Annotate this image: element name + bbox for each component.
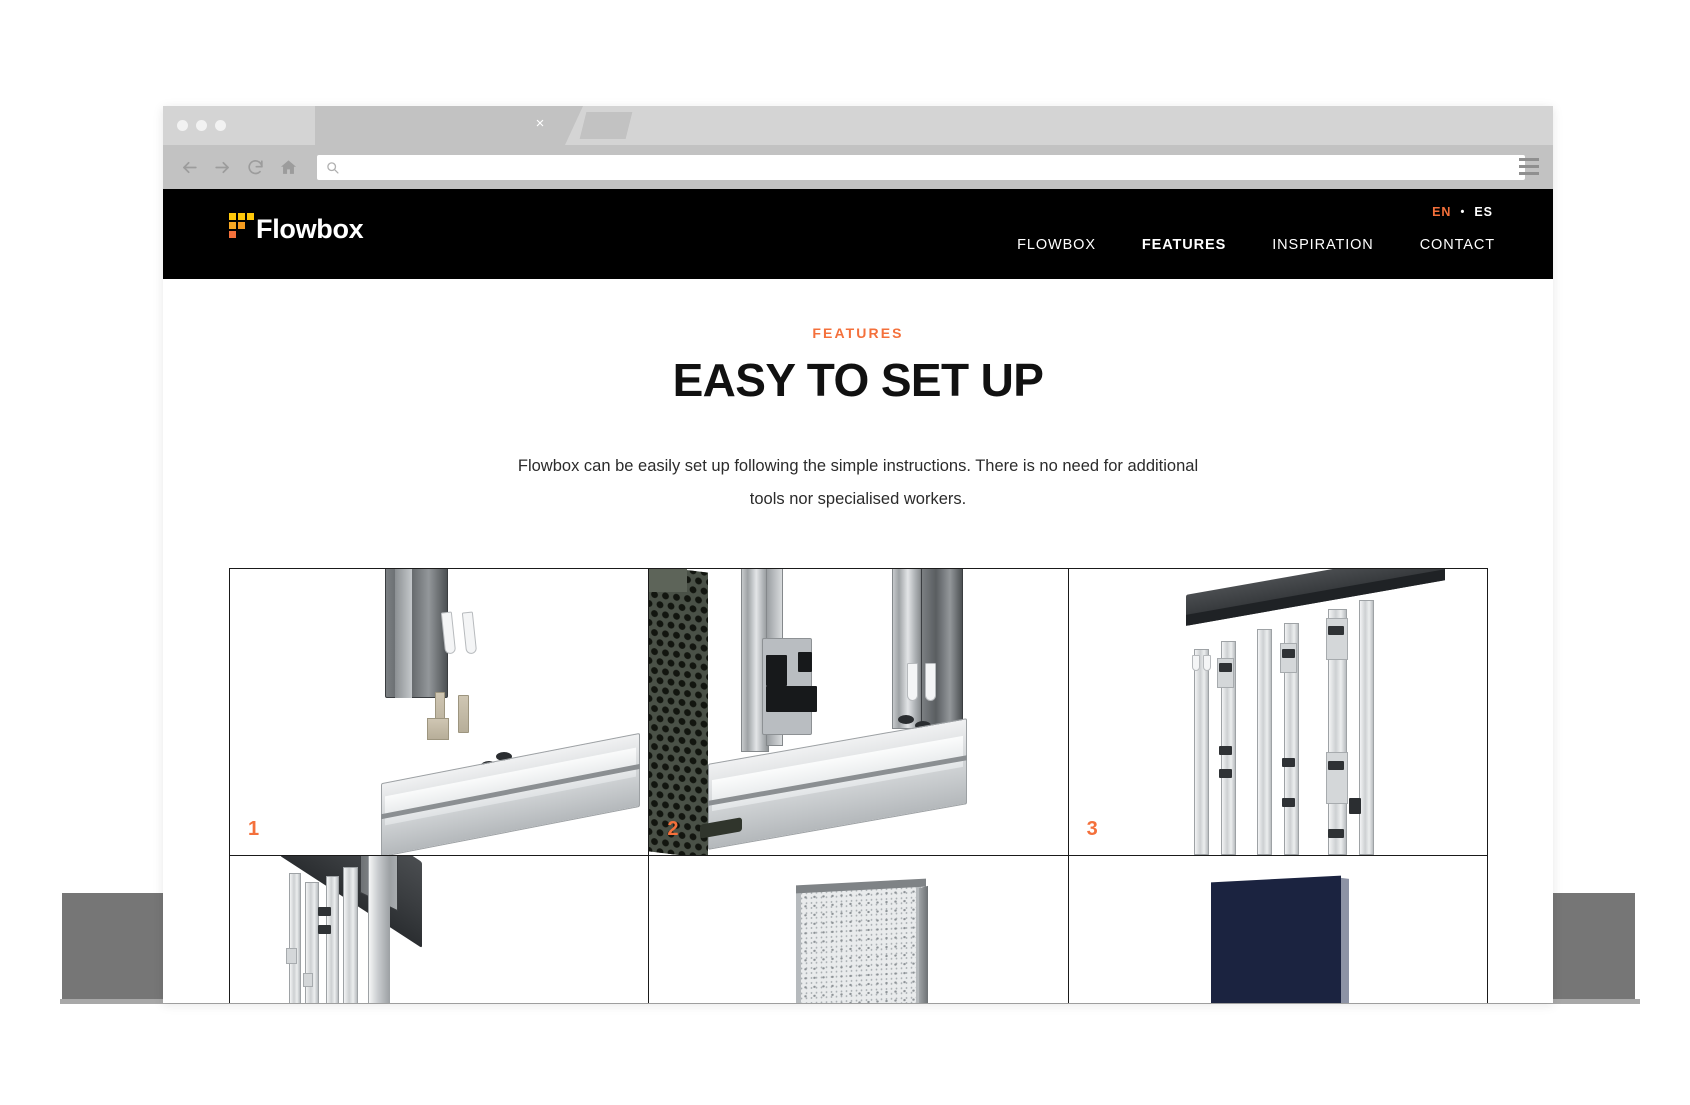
back-icon[interactable]	[173, 151, 206, 184]
language-switcher[interactable]: EN • ES	[1432, 205, 1493, 219]
language-option-es[interactable]: ES	[1474, 205, 1493, 219]
nav-item-flowbox[interactable]: FLOWBOX	[1017, 237, 1096, 253]
step-image-3	[1069, 569, 1487, 855]
step-image-6: #FLYFREE	[1069, 856, 1487, 1003]
new-tab-button[interactable]	[579, 112, 633, 139]
search-icon	[326, 161, 339, 174]
step-number-2: 2	[667, 818, 679, 840]
screenshot-stage: × Flowbox EN • ES FLOWBOX FEATURES INSPI…	[0, 0, 1690, 1105]
browser-toolbar	[163, 145, 1553, 189]
gallery-cell-6[interactable]: #FLYFREE 6	[1067, 855, 1488, 1003]
language-separator: •	[1460, 206, 1466, 218]
home-icon[interactable]	[272, 151, 305, 184]
language-option-en[interactable]: EN	[1432, 205, 1451, 219]
window-controls[interactable]	[177, 120, 226, 131]
section-eyebrow: FEATURES	[812, 325, 904, 341]
gallery-cell-5[interactable]: 5	[648, 855, 1069, 1003]
nav-item-contact[interactable]: CONTACT	[1420, 237, 1495, 253]
browser-menu-icon[interactable]	[1519, 158, 1539, 175]
browser-window: × Flowbox EN • ES FLOWBOX FEATURES INSPI…	[163, 106, 1553, 1003]
nav-item-features[interactable]: FEATURES	[1142, 237, 1226, 253]
step-number-3: 3	[1086, 818, 1098, 840]
browser-titlebar: ×	[163, 106, 1553, 145]
reload-icon[interactable]	[239, 151, 272, 184]
nav-item-inspiration[interactable]: INSPIRATION	[1272, 237, 1373, 253]
url-input[interactable]	[346, 160, 1516, 174]
step-number-1: 1	[248, 818, 260, 840]
gallery-cell-3[interactable]: 3	[1067, 568, 1488, 856]
main-navigation: FLOWBOX FEATURES INSPIRATION CONTACT	[1017, 237, 1495, 253]
step-image-1	[230, 569, 648, 855]
hero-section: FEATURES EASY TO SET UP Flowbox can be e…	[163, 279, 1553, 516]
forward-icon[interactable]	[206, 151, 239, 184]
minimize-window-button[interactable]	[196, 120, 207, 131]
logo-wordmark: Flowbox	[256, 214, 364, 244]
site-logo[interactable]: Flowbox	[221, 213, 364, 246]
close-window-button[interactable]	[177, 120, 188, 131]
intro-paragraph: Flowbox can be easily set up following t…	[517, 457, 1199, 508]
browser-tab[interactable]: ×	[315, 106, 583, 145]
maximize-window-button[interactable]	[215, 120, 226, 131]
page-title: EASY TO SET UP	[672, 354, 1044, 406]
gallery-cell-4[interactable]: 4	[229, 855, 650, 1003]
flowbox-grid-icon	[221, 213, 254, 246]
step-image-2	[649, 569, 1067, 855]
site-header: Flowbox EN • ES FLOWBOX FEATURES INSPIRA…	[163, 189, 1553, 279]
address-bar[interactable]	[317, 154, 1525, 180]
close-tab-icon[interactable]: ×	[533, 116, 547, 131]
gallery-cell-1[interactable]: 1	[229, 568, 650, 856]
step-image-4	[230, 856, 648, 1003]
steps-gallery: 1 2 3	[229, 568, 1488, 1003]
step-image-5	[649, 856, 1067, 1003]
gallery-cell-2[interactable]: 2	[648, 568, 1069, 856]
page-viewport: Flowbox EN • ES FLOWBOX FEATURES INSPIRA…	[163, 189, 1553, 1003]
